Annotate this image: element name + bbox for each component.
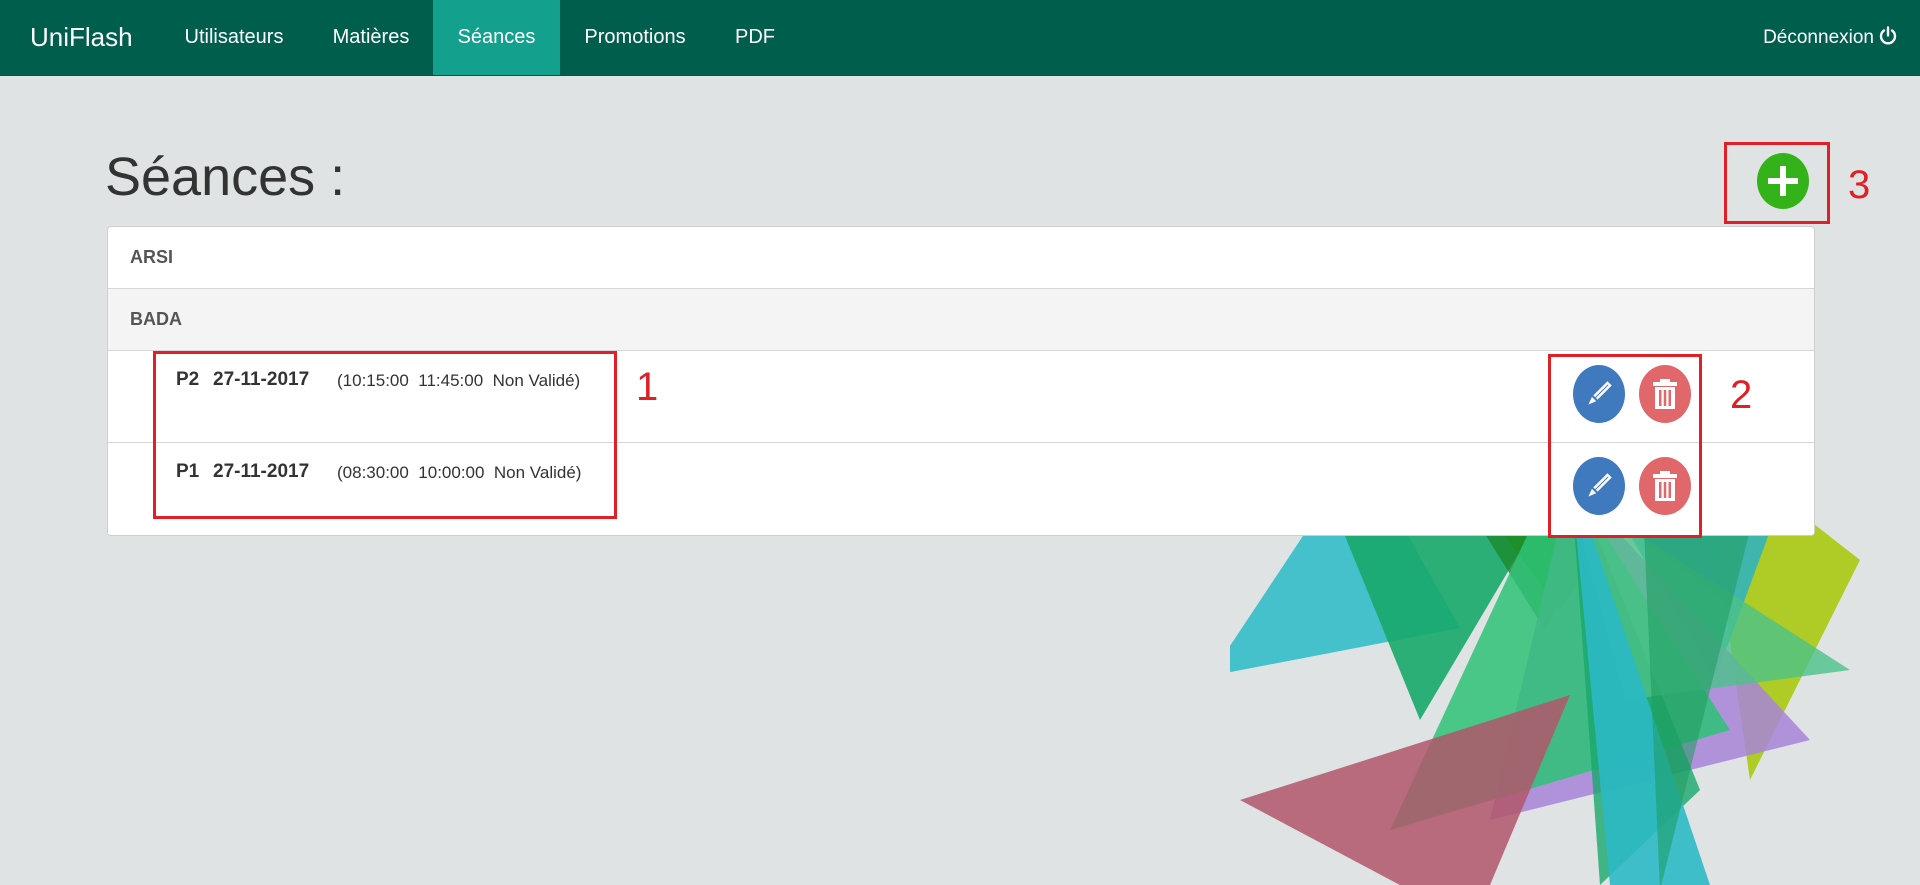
nav-item-utilisateurs[interactable]: Utilisateurs xyxy=(162,0,306,75)
nav-item-pdf[interactable]: PDF xyxy=(710,0,800,75)
annotation-label-1: 1 xyxy=(636,365,659,409)
nav-item-promotions[interactable]: Promotions xyxy=(565,0,705,75)
power-icon xyxy=(1879,26,1897,45)
annotation-label-3: 3 xyxy=(1848,163,1871,207)
nav-item-matieres[interactable]: Matières xyxy=(311,0,431,75)
annotation-label-2: 2 xyxy=(1730,373,1753,417)
nav-item-seances[interactable]: Séances xyxy=(433,0,560,75)
group-name: BADA xyxy=(130,309,182,329)
group-name: ARSI xyxy=(130,247,174,267)
top-navbar: UniFlash Utilisateurs Matières Séances P… xyxy=(0,0,1920,76)
group-header-arsi[interactable]: ARSI xyxy=(108,227,1814,289)
brand-logo[interactable]: UniFlash xyxy=(30,0,133,75)
annotation-box-3 xyxy=(1724,142,1830,224)
logout-link[interactable]: Déconnexion xyxy=(1763,0,1898,75)
group-header-bada[interactable]: BADA xyxy=(108,289,1814,351)
annotation-box-2 xyxy=(1548,354,1702,538)
logout-label: Déconnexion xyxy=(1763,27,1874,48)
page-title: Séances : xyxy=(105,147,346,207)
annotation-box-1 xyxy=(153,351,617,519)
